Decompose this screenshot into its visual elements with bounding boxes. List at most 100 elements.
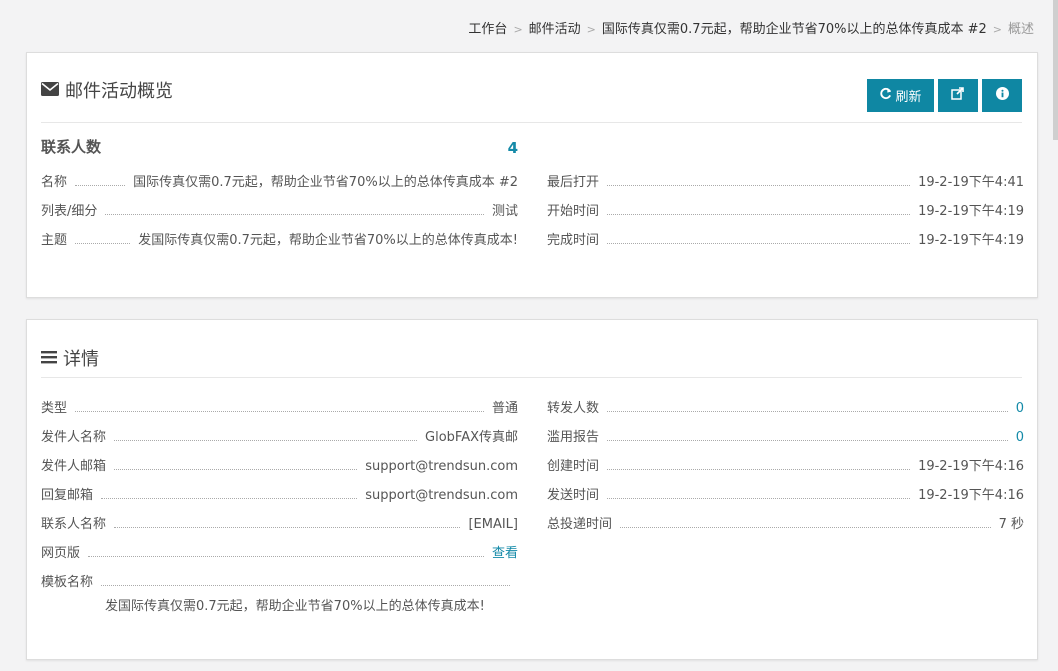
web-version-view-link[interactable]: 查看 [492,542,518,561]
abuse-report-row: 滥用报告 0 [547,425,1024,445]
overview-title-text: 邮件活动概览 [65,81,173,102]
list-segment-row: 列表/细分 测试 [41,199,518,219]
leader-dots [607,469,911,470]
overview-header: 邮件活动概览 刷新 [41,53,1022,123]
name-row: 名称 国际传真仅需0.7元起，帮助企业节省70%以上的总体传真成本 #2 [41,170,518,190]
leader-dots [607,243,911,244]
overview-left-column: 联系人数 4 名称 国际传真仅需0.7元起，帮助企业节省70%以上的总体传真成本… [41,137,518,257]
created-time-value: 19-2-19下午4:16 [918,459,1024,474]
leader-dots [88,556,484,557]
sender-email-label: 发件人邮箱 [41,459,107,474]
start-time-label: 开始时间 [547,204,600,219]
created-time-label: 创建时间 [547,459,600,474]
leader-dots [75,411,484,412]
name-label: 名称 [41,175,68,190]
page-scrollbar[interactable] [1053,0,1058,140]
forward-count-label: 转发人数 [547,401,600,416]
overview-panel: 邮件活动概览 刷新 联系人数 4 名称 国际传真仅需0.7元起，帮助企业节省70… [26,52,1038,298]
web-version-row: 网页版 查看 [41,541,518,561]
created-time-row: 创建时间 19-2-19下午4:16 [547,454,1024,474]
template-name-label: 模板名称 [41,575,94,590]
list-segment-label: 列表/细分 [41,204,98,219]
total-delivery-time-label: 总投递时间 [547,517,613,532]
leader-dots [105,214,484,215]
breadcrumb-item-campaign[interactable]: 国际传真仅需0.7元起，帮助企业节省70%以上的总体传真成本 #2 [602,22,987,37]
abuse-report-value[interactable]: 0 [1016,430,1024,445]
sender-name-value: GlobFAX传真邮 [425,430,518,445]
last-opened-label: 最后打开 [547,175,600,190]
finish-time-row: 完成时间 19-2-19下午4:19 [547,228,1024,248]
leader-dots [607,440,1008,441]
sender-name-row: 发件人名称 GlobFAX传真邮 [41,425,518,445]
breadcrumb-separator: > [992,23,1002,36]
abuse-report-label: 滥用报告 [547,430,600,445]
contacts-count-label: 联系人数 [41,138,102,156]
total-delivery-time-value: 7 秒 [998,517,1024,532]
details-right-column: 转发人数 0 滥用报告 0 创建时间 19-2-19下午4:16 发送时间 19… [547,396,1024,546]
name-value: 国际传真仅需0.7元起，帮助企业节省70%以上的总体传真成本 #2 [133,175,518,190]
type-label: 类型 [41,401,68,416]
sent-time-row: 发送时间 19-2-19下午4:16 [547,483,1024,503]
breadcrumb-separator: > [513,23,523,36]
forward-count-row: 转发人数 0 [547,396,1024,416]
type-row: 类型 普通 [41,396,518,416]
web-version-label: 网页版 [41,546,81,561]
leader-dots [607,214,911,215]
template-name-value: 发国际传真仅需0.7元起，帮助企业节省70%以上的总体传真成本! [105,599,485,614]
sender-name-label: 发件人名称 [41,430,107,445]
breadcrumb-current: 概述 [1007,22,1034,37]
share-icon [951,87,965,104]
leader-dots [75,185,126,186]
forward-count-value[interactable]: 0 [1016,401,1024,416]
reply-email-label: 回复邮箱 [41,488,94,503]
last-opened-value: 19-2-19下午4:41 [918,175,1024,190]
sender-email-row: 发件人邮箱 support@trendsun.com [41,454,518,474]
start-time-value: 19-2-19下午4:19 [918,204,1024,219]
details-title-text: 详情 [63,349,99,370]
last-opened-row: 最后打开 19-2-19下午4:41 [547,170,1024,190]
start-time-row: 开始时间 19-2-19下午4:19 [547,199,1024,219]
template-name-row: 模板名称 [41,570,518,590]
subject-row: 主题 发国际传真仅需0.7元起，帮助企业节省70%以上的总体传真成本! [41,228,518,248]
leader-dots [607,185,911,186]
subject-label: 主题 [41,233,68,248]
leader-dots [101,585,510,586]
info-button[interactable] [982,79,1022,112]
breadcrumb-item-workbench[interactable]: 工作台 [468,22,507,37]
contacts-count-value[interactable]: 4 [508,139,518,157]
refresh-icon [879,87,892,104]
sender-email-value: support@trendsun.com [365,459,518,474]
finish-time-value: 19-2-19下午4:19 [918,233,1024,248]
breadcrumb-item-email-campaigns[interactable]: 邮件活动 [529,22,581,37]
contact-name-row: 联系人名称 [EMAIL] [41,512,518,532]
share-button[interactable] [938,79,978,112]
subject-value: 发国际传真仅需0.7元起，帮助企业节省70%以上的总体传真成本! [138,233,518,248]
leader-dots [114,469,358,470]
contacts-count-row: 联系人数 4 [41,137,518,157]
leader-dots [101,498,358,499]
overview-toolbar: 刷新 [867,79,1022,112]
list-icon [41,348,57,369]
envelope-icon [41,80,59,101]
details-panel: 详情 类型 普通 发件人名称 GlobFAX传真邮 发件人邮箱 support@… [26,319,1038,660]
refresh-button[interactable]: 刷新 [867,79,934,112]
details-left-column: 类型 普通 发件人名称 GlobFAX传真邮 发件人邮箱 support@tre… [41,396,518,626]
list-segment-value: 测试 [491,204,518,219]
breadcrumb-separator: > [586,23,596,36]
leader-dots [114,527,461,528]
leader-dots [607,411,1008,412]
finish-time-label: 完成时间 [547,233,600,248]
details-title: 详情 [41,345,99,371]
total-delivery-time-row: 总投递时间 7 秒 [547,512,1024,532]
contact-name-label: 联系人名称 [41,517,107,532]
refresh-label: 刷新 [895,90,922,105]
reply-email-value: support@trendsun.com [365,488,518,503]
contact-name-value: [EMAIL] [468,517,518,532]
leader-dots [114,440,418,441]
leader-dots [75,243,131,244]
info-icon [995,87,1009,104]
overview-right-column: 最后打开 19-2-19下午4:41 开始时间 19-2-19下午4:19 完成… [547,137,1024,257]
leader-dots [607,498,911,499]
type-value: 普通 [491,401,518,416]
breadcrumb: 工作台 > 邮件活动 > 国际传真仅需0.7元起，帮助企业节省70%以上的总体传真成本 … [468,18,1034,37]
